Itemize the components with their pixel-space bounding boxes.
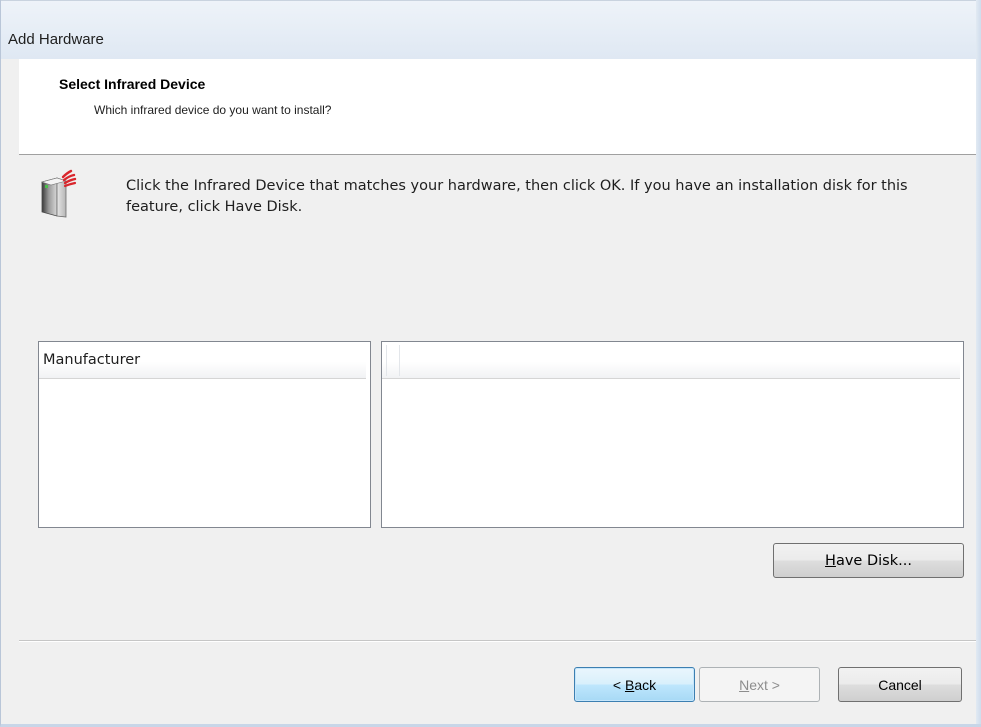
cancel-label: Cancel: [878, 676, 922, 693]
next-mnemonic: N: [739, 676, 750, 693]
back-mnemonic: B: [624, 676, 635, 693]
infrared-device-icon: [39, 168, 77, 220]
cancel-button[interactable]: Cancel: [838, 667, 962, 702]
back-prefix: <: [612, 676, 625, 693]
model-list[interactable]: [381, 341, 964, 528]
wizard-body: Click the Infrared Device that matches y…: [19, 156, 977, 640]
have-disk-mnemonic: H: [825, 552, 836, 569]
manufacturer-list[interactable]: Manufacturer: [38, 341, 371, 528]
page-title: Select Infrared Device: [59, 76, 206, 92]
next-label: ext >: [749, 676, 780, 693]
window-title: Add Hardware: [8, 31, 104, 48]
have-disk-button[interactable]: Have Disk...: [773, 543, 964, 578]
back-button[interactable]: < Back: [574, 667, 695, 702]
page-subtitle: Which infrared device do you want to ins…: [94, 103, 332, 117]
title-bar[interactable]: Add Hardware: [1, 0, 977, 59]
wizard-header: Select Infrared Device Which infrared de…: [19, 59, 977, 155]
add-hardware-window: Add Hardware Select Infrared Device Whic…: [0, 0, 981, 727]
model-column-header[interactable]: [382, 342, 960, 379]
footer-divider: [19, 640, 977, 642]
manufacturer-column-header[interactable]: Manufacturer: [39, 342, 366, 379]
have-disk-label: ave Disk...: [835, 552, 912, 569]
next-button[interactable]: Next >: [699, 667, 820, 702]
instruction-text: Click the Infrared Device that matches y…: [126, 178, 908, 215]
manufacturer-header-label: Manufacturer: [43, 352, 141, 368]
column-divider: [386, 345, 387, 376]
column-divider: [399, 345, 400, 376]
back-label: ack: [634, 676, 657, 693]
